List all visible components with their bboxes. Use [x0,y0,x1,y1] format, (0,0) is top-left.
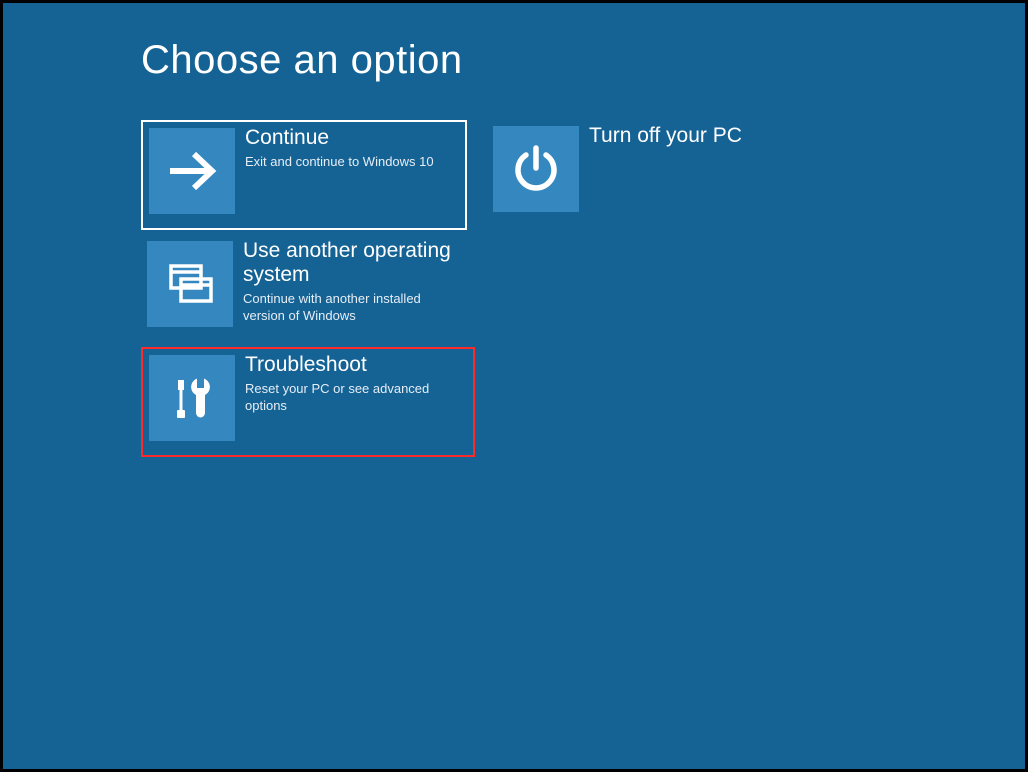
arrow-right-icon [149,128,235,214]
troubleshoot-desc: Reset your PC or see advanced options [245,381,455,415]
another-os-desc: Continue with another installed version … [243,291,453,325]
troubleshoot-tile[interactable]: Troubleshoot Reset your PC or see advanc… [141,347,475,457]
poweroff-tile[interactable]: Turn off your PC [487,120,813,230]
tools-icon [149,355,235,441]
troubleshoot-label: Troubleshoot [245,353,455,377]
recovery-screen: Choose an option Continue Exit and conti… [0,0,1028,772]
windows-stack-icon [147,241,233,327]
another-os-label: Use another operating system [243,239,453,287]
poweroff-label: Turn off your PC [589,124,742,148]
page-title: Choose an option [141,38,463,83]
continue-desc: Exit and continue to Windows 10 [245,154,434,171]
continue-label: Continue [245,126,434,150]
power-icon [493,126,579,212]
continue-tile[interactable]: Continue Exit and continue to Windows 10 [141,120,467,230]
another-os-tile[interactable]: Use another operating system Continue wi… [141,235,467,345]
